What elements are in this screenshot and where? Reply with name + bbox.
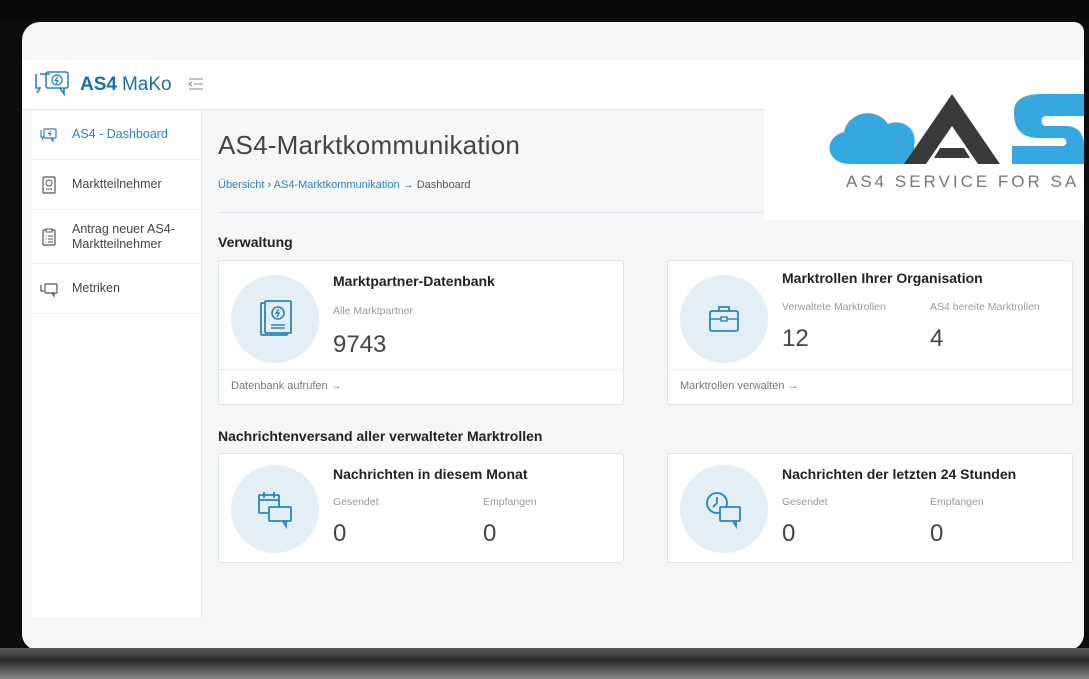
as4-service-logo-overlay: AS4 SERVICE FOR SA: [764, 86, 1084, 220]
app-screen: AS4 MaKo AS4 - Dashboard Marktteilnehmer: [22, 22, 1084, 650]
card-subtitle-verwaltete: Verwaltete Marktrollen: [782, 301, 886, 313]
card-value: 9743: [333, 331, 387, 358]
card-marktpartner-datenbank: Marktpartner-Datenbank Alle Marktpartner…: [218, 260, 624, 405]
page-title: AS4-Marktkommunikation: [218, 130, 521, 160]
breadcrumb: Übersicht › AS4-Marktkommunikation → Das…: [218, 179, 471, 191]
sidebar-item-antrag[interactable]: Antrag neuer AS4-Marktteilnehmer: [32, 210, 201, 264]
card-icon-circle: [680, 465, 768, 553]
card-nachrichten-24h: Nachrichten der letzten 24 Stunden Gesen…: [667, 453, 1073, 563]
calendar-chat-icon: [258, 492, 292, 529]
sidebar-item-marktteilnehmer[interactable]: Marktteilnehmer: [32, 160, 201, 210]
sidebar-item-label: Antrag neuer AS4-Marktteilnehmer: [72, 221, 175, 251]
card-marktrollen: Marktrollen Ihrer Organisation Verwaltet…: [667, 260, 1073, 405]
sidebar-item-label: Metriken: [72, 281, 120, 295]
brand-as4-text: AS4: [80, 74, 117, 95]
sidebar: AS4 - Dashboard Marktteilnehmer Antrag n…: [32, 110, 202, 618]
laptop-base: [0, 648, 1089, 679]
card-icon-circle: [231, 465, 319, 553]
document-icon: [42, 175, 56, 194]
breadcrumb-home-link[interactable]: Übersicht: [218, 179, 264, 191]
card-subtitle-empfangen: Empfangen: [483, 496, 537, 508]
breadcrumb-parent-link[interactable]: AS4-Marktkommunikation: [274, 179, 400, 191]
card-subtitle-gesendet: Gesendet: [782, 496, 828, 508]
sidebar-item-dashboard[interactable]: AS4 - Dashboard: [32, 110, 201, 160]
laptop-bezel-top: [0, 0, 1089, 20]
dashboard-chat-icon: [40, 127, 57, 143]
card-value-empfangen: 0: [930, 520, 944, 547]
card-value-gesendet: 0: [333, 520, 347, 547]
breadcrumb-arrow: →: [399, 179, 417, 191]
card-value-gesendet: 0: [782, 520, 796, 547]
chat-icon: [40, 282, 58, 298]
card-title: Nachrichten in diesem Monat: [333, 466, 528, 482]
brand-logo[interactable]: AS4 MaKo: [34, 68, 172, 102]
card-subtitle-as4-bereit: AS4 bereite Marktrollen: [930, 301, 1040, 313]
sidebar-item-metriken[interactable]: Metriken: [32, 264, 201, 314]
breadcrumb-current: Dashboard: [416, 179, 471, 191]
breadcrumb-separator: ›: [264, 179, 274, 191]
card-value-empfangen: 0: [483, 520, 497, 547]
sidebar-item-label: Marktteilnehmer: [72, 177, 162, 191]
card-subtitle-gesendet: Gesendet: [333, 496, 379, 508]
card-subtitle-empfangen: Empfangen: [930, 496, 984, 508]
database-document-icon: [260, 300, 292, 336]
menu-collapse-icon[interactable]: [188, 77, 204, 91]
sidebar-item-label: AS4 - Dashboard: [72, 127, 168, 141]
briefcase-icon: [709, 306, 739, 332]
card-title: Marktpartner-Datenbank: [333, 273, 495, 289]
as4-service-logo-text: AS4 SERVICE FOR SA: [846, 172, 1080, 191]
section-heading-nachrichtenversand: Nachrichtenversand aller verwalteter Mar…: [218, 428, 543, 444]
card-title: Marktrollen Ihrer Organisation: [782, 270, 983, 286]
section-heading-verwaltung: Verwaltung: [218, 234, 293, 250]
card-icon-circle: [680, 275, 768, 363]
card-subtitle: Alle Marktpartner: [333, 305, 413, 317]
datenbank-aufrufen-link[interactable]: Datenbank aufrufen →: [219, 369, 623, 404]
card-nachrichten-monat: Nachrichten in diesem Monat Gesendet 0 E…: [218, 453, 624, 563]
card-value-verwaltete: 12: [782, 325, 809, 352]
as4-chat-bolt-icon: [35, 71, 69, 97]
as4-logo-graphic: [829, 94, 1084, 164]
card-icon-circle: [231, 275, 319, 363]
brand-mako-text: MaKo: [121, 74, 172, 95]
clipboard-icon: [42, 228, 56, 246]
card-value-as4-bereit: 4: [930, 325, 944, 352]
clock-chat-icon: [706, 492, 741, 529]
marktrollen-verwalten-link[interactable]: Marktrollen verwalten →: [668, 369, 1072, 404]
card-title: Nachrichten der letzten 24 Stunden: [782, 466, 1017, 482]
